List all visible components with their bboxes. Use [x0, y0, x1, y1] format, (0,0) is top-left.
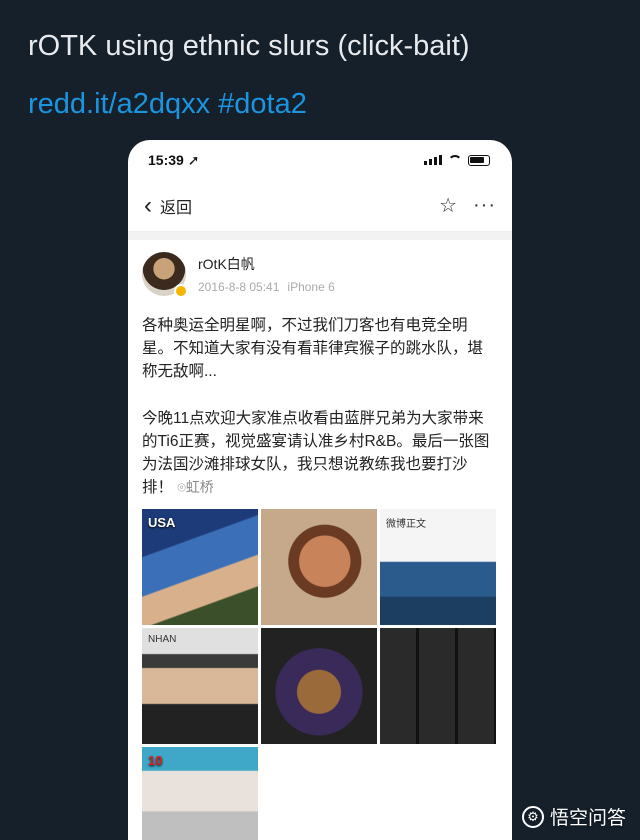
divider	[128, 232, 512, 240]
nav-actions: ☆ ···	[439, 193, 496, 218]
wukong-logo-icon: ⚙	[521, 805, 544, 828]
avatar[interactable]	[142, 252, 188, 298]
photo-screenshot-caption: 微博正文	[386, 519, 426, 530]
tweet-hashtag[interactable]: #dota2	[218, 88, 307, 120]
tweet-links: redd.it/a2dqxx #dota2	[28, 86, 315, 122]
photo-archer[interactable]: USA	[142, 509, 258, 625]
back-button[interactable]: ‹ 返回	[144, 191, 193, 219]
photo-game-hero[interactable]	[261, 628, 377, 744]
signal-icon	[424, 155, 442, 165]
more-icon[interactable]: ···	[473, 194, 496, 217]
post-body: 各种奥运全明星啊，不过我们刀客也有电竞全明星。不知道大家有没有看菲律宾猴子的跳水…	[142, 314, 498, 499]
star-icon[interactable]: ☆	[439, 193, 457, 218]
photo-volleyball-caption: 10	[148, 753, 163, 768]
nav-bar: ‹ 返回 ☆ ···	[128, 180, 512, 232]
post-meta: 2016-8-8 05:41 iPhone 6	[198, 280, 343, 294]
photo-archer-caption: USA	[148, 515, 176, 530]
post-device: iPhone 6	[287, 280, 335, 294]
watermark-label: 悟空问答	[549, 808, 626, 829]
photo-screenshot[interactable]: 微博正文	[380, 509, 496, 625]
photo-athlete[interactable]	[261, 509, 377, 625]
location-label: 虹桥	[185, 479, 214, 495]
image-grid: USA 微博正文 NHAN 10	[142, 509, 498, 840]
verified-badge-icon	[174, 284, 188, 298]
wifi-icon	[448, 155, 462, 165]
location-arrow-icon: ➚	[187, 151, 200, 168]
post-date: 2016-8-8 05:41	[198, 280, 280, 294]
author-name[interactable]: rOtK白帆	[198, 254, 343, 274]
status-time: 15:39	[148, 151, 184, 168]
author-row: rOtK白帆 2016-8-8 05:41 iPhone 6	[142, 252, 498, 298]
phone-screenshot: 15:39 ➚ ‹ 返回 ☆ ··· rOtK白帆 2016-8-8 05:41…	[128, 140, 512, 840]
battery-icon	[468, 154, 490, 166]
status-bar: 15:39 ➚	[128, 140, 512, 180]
status-icons	[424, 154, 490, 166]
photo-weightlifter-caption: NHAN	[148, 634, 177, 645]
post-paragraph-1: 各种奥运全明星啊，不过我们刀客也有电竞全明星。不知道大家有没有看菲律宾猴子的跳水…	[142, 317, 484, 380]
tweet-text: rOTK using ethnic slurs (click-bait)	[28, 30, 470, 62]
post-paragraph-2: 今晚11点欢迎大家准点收看由蓝胖兄弟为大家带来的Ti6正赛，视觉盛宴请认准乡村R…	[142, 407, 498, 499]
photo-volleyball[interactable]: 10	[142, 747, 258, 840]
map-pin-icon: ⌾	[177, 479, 186, 495]
photo-weightlifter[interactable]: NHAN	[142, 628, 258, 744]
chevron-left-icon: ‹	[144, 191, 152, 219]
weibo-post: rOtK白帆 2016-8-8 05:41 iPhone 6 各种奥运全明星啊，不…	[128, 240, 512, 840]
photo-collage[interactable]	[380, 628, 496, 744]
watermark: ⚙ 悟空问答	[521, 803, 626, 830]
location-tag[interactable]: ⌾虹桥	[177, 479, 213, 495]
back-label: 返回	[160, 199, 193, 217]
tweet-link[interactable]: redd.it/a2dqxx	[28, 88, 210, 120]
